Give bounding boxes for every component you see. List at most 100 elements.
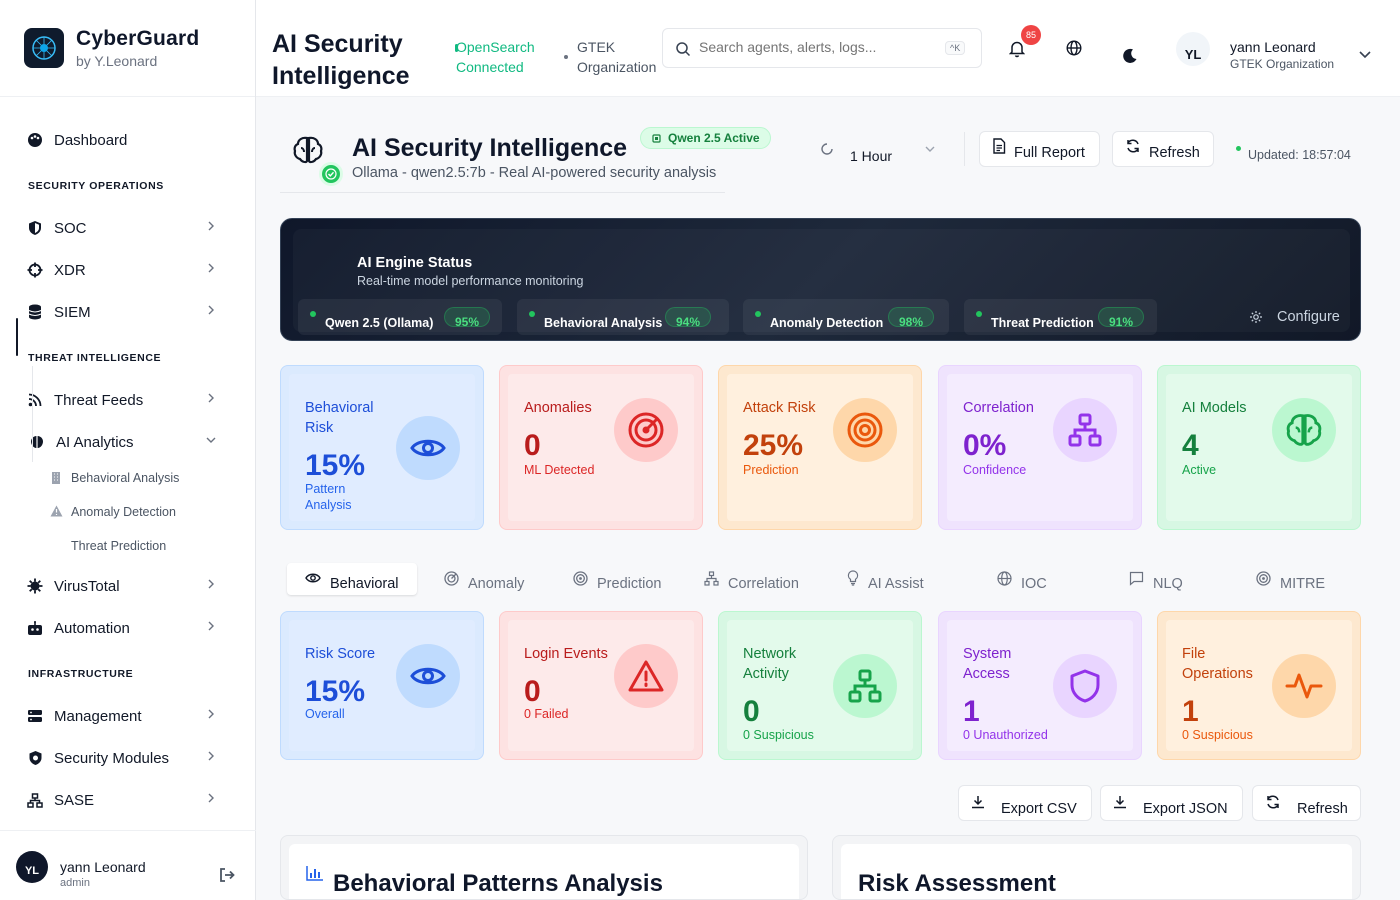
sidebar-item-automation[interactable]: Automation	[0, 608, 256, 648]
chevron-down-icon	[206, 437, 216, 443]
stat-card-behavioral-risk[interactable]: Behavioral Risk 15% Pattern Analysis	[280, 365, 484, 530]
chevron-right-icon	[208, 579, 214, 589]
tab-correlation[interactable]: Correlation	[704, 563, 799, 595]
export-json-button[interactable]: Export JSON	[1100, 785, 1243, 821]
connection-status: OpenSearch Connected	[456, 37, 535, 77]
card-caption: Pattern Analysis	[305, 482, 352, 512]
sidebar-item-xdr[interactable]: XDR	[0, 250, 256, 290]
status-dot	[529, 311, 535, 317]
stat-card-attack-risk[interactable]: Attack Risk 25% Prediction	[718, 365, 922, 530]
sidebar-item-siem[interactable]: SIEM	[0, 292, 256, 332]
tab-ioc[interactable]: IOC	[997, 563, 1047, 595]
warning-triangle-icon	[50, 505, 64, 519]
behavior-card-system-access[interactable]: System Access 1 0 Unauthorized	[938, 611, 1142, 760]
card-caption: Active	[1182, 463, 1217, 477]
card-caption: Confidence	[963, 463, 1027, 477]
sidebar-item-soc[interactable]: SOC	[0, 208, 256, 248]
moon-icon[interactable]	[1122, 48, 1138, 64]
model-score: 95%	[444, 307, 491, 328]
toolbar-divider	[964, 132, 965, 166]
avatar[interactable]: YL	[1176, 32, 1210, 66]
engine-title: AI Engine Status	[357, 255, 473, 271]
tab-ai-assist[interactable]: AI Assist	[847, 563, 924, 595]
model-name: Threat Prediction	[991, 316, 1094, 330]
sidebar-item-security-modules[interactable]: Security Modules	[0, 738, 256, 778]
sidebar-sub-behavioral-analysis[interactable]: Behavioral Analysis	[50, 471, 179, 485]
sidebar-item-sase[interactable]: SASE	[0, 780, 256, 820]
sidebar-item-management[interactable]: Management	[0, 696, 256, 736]
search-box[interactable]: ^K	[662, 28, 982, 68]
brand-title: CyberGuard	[76, 27, 200, 50]
stat-card-correlation[interactable]: Correlation 0% Confidence	[938, 365, 1142, 530]
full-report-button[interactable]: Full Report	[979, 131, 1100, 167]
sidebar-item-label: AI Analytics	[56, 433, 134, 451]
eye-icon	[396, 416, 460, 480]
brain-icon	[1272, 398, 1336, 462]
tab-nlq[interactable]: NLQ	[1129, 563, 1183, 595]
card-value: 0	[743, 695, 760, 728]
sidebar-user[interactable]: YL yann Leonard admin	[0, 830, 256, 900]
export-csv-button[interactable]: Export CSV	[958, 785, 1092, 821]
engine-subtitle: Real-time model performance monitoring	[357, 274, 584, 288]
top-header: AI Security Intelligence OpenSearch Conn…	[256, 0, 1400, 97]
globe-icon[interactable]	[1066, 40, 1082, 56]
configure-button[interactable]: Configure	[1249, 309, 1340, 325]
behavior-card-risk-score[interactable]: Risk Score 15% Overall	[280, 611, 484, 760]
rss-icon	[26, 391, 44, 409]
sidebar-item-threat-feeds[interactable]: Threat Feeds	[0, 380, 256, 420]
tab-mitre[interactable]: MITRE	[1256, 563, 1325, 595]
bell-icon[interactable]	[1009, 40, 1025, 58]
model-status-label: Qwen 2.5 Active	[668, 131, 760, 145]
full-report-label: Full Report	[1014, 145, 1085, 161]
page-subtitle: Ollama - qwen2.5:7b - Real AI-powered se…	[352, 165, 717, 181]
search-input[interactable]	[699, 39, 929, 55]
refresh-data-button[interactable]: Refresh	[1252, 785, 1361, 821]
card-value: 15%	[305, 675, 366, 708]
behavior-card-file-operations[interactable]: File Operations 1 0 Suspicious	[1157, 611, 1361, 760]
network-icon	[833, 654, 897, 718]
target-icon	[833, 398, 897, 462]
cpu-icon	[652, 133, 661, 143]
section-title: Behavioral Patterns Analysis	[333, 870, 663, 897]
logout-icon[interactable]	[218, 867, 236, 883]
tab-behavioral[interactable]: Behavioral	[287, 563, 417, 595]
model-score: 94%	[665, 307, 712, 328]
refresh-button[interactable]: Refresh	[1112, 131, 1214, 167]
brand-subtitle: by Y.Leonard	[76, 53, 158, 69]
sidebar-sub-anomaly-detection[interactable]: Anomaly Detection	[50, 505, 176, 519]
sidebar-item-dashboard[interactable]: Dashboard	[0, 120, 256, 160]
card-caption: ML Detected	[524, 463, 595, 477]
chevron-right-icon	[208, 751, 214, 761]
sidebar-item-virustotal[interactable]: VirusTotal	[0, 566, 256, 606]
sidebar-sub-threat-prediction[interactable]: Threat Prediction	[71, 539, 166, 553]
model-status-anomaly: Anomaly Detection 98%	[743, 299, 949, 335]
warning-icon	[614, 644, 678, 708]
crosshair-icon	[26, 261, 44, 279]
behavior-card-network-activity[interactable]: Network Activity 0 0 Suspicious	[718, 611, 922, 760]
org-name: GTEK	[577, 39, 616, 55]
risk-assessment-card: Risk Assessment	[832, 835, 1361, 900]
model-name: Qwen 2.5 (Ollama)	[325, 316, 434, 330]
sitemap-icon	[26, 791, 44, 809]
tab-prediction[interactable]: Prediction	[573, 563, 661, 595]
chevron-right-icon	[208, 621, 214, 631]
card-value: 1	[963, 695, 980, 728]
brand[interactable]: CyberGuard by Y.Leonard	[0, 0, 255, 97]
export-csv-label: Export CSV	[1001, 801, 1077, 817]
model-score: 98%	[888, 307, 935, 328]
sidebar-item-label: XDR	[54, 261, 86, 279]
time-range-select[interactable]: 1 Hour	[818, 140, 948, 162]
lightbulb-icon	[847, 570, 859, 586]
tab-anomaly[interactable]: Anomaly	[444, 563, 524, 595]
header-title: AI Security Intelligence	[272, 30, 410, 90]
card-value: 0	[524, 429, 541, 462]
clock-icon	[821, 143, 833, 155]
chevron-down-icon[interactable]	[1358, 50, 1372, 60]
stat-card-ai-models[interactable]: AI Models 4 Active	[1157, 365, 1361, 530]
download-icon	[972, 796, 984, 809]
stat-card-anomalies[interactable]: Anomalies 0 ML Detected	[499, 365, 703, 530]
sidebar-sub-label: Behavioral Analysis	[71, 471, 180, 485]
sidebar-item-ai-analytics[interactable]: AI Analytics	[0, 422, 256, 462]
virus-icon	[26, 577, 44, 595]
behavior-card-login-events[interactable]: Login Events 0 0 Failed	[499, 611, 703, 760]
